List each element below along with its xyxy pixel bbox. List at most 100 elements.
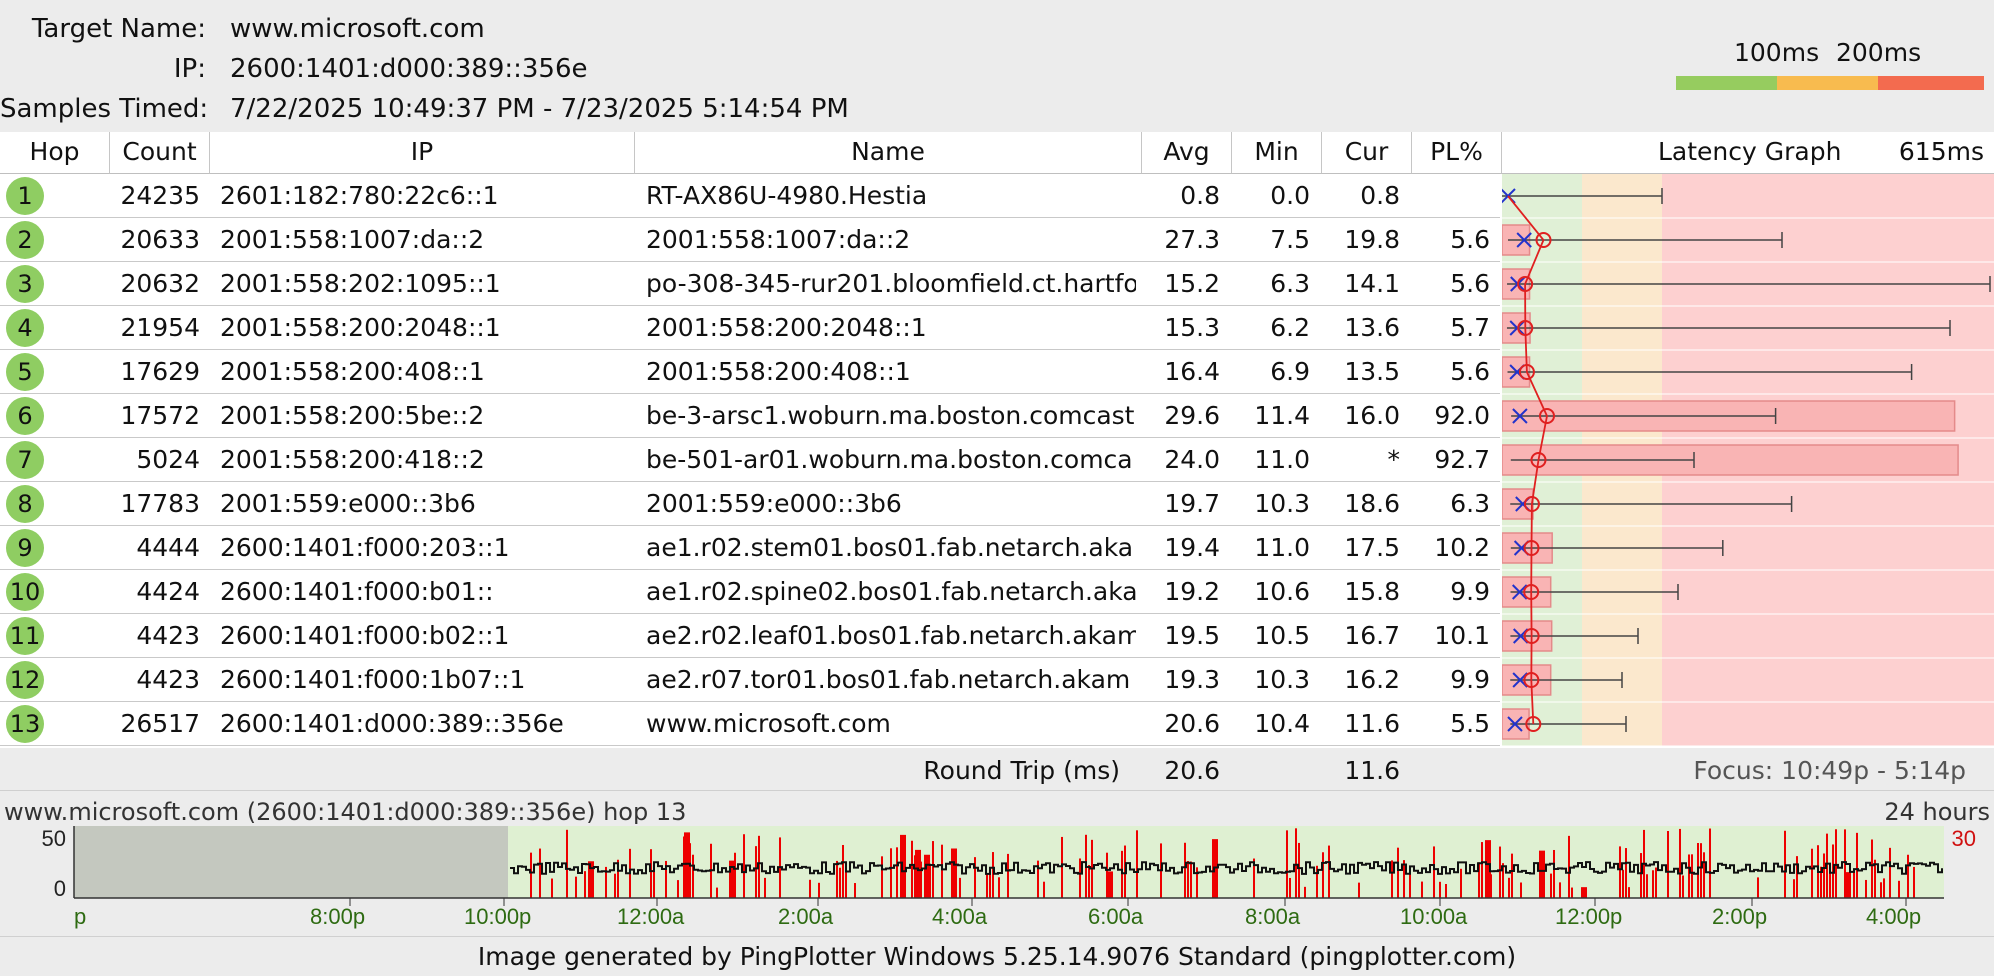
- no-data-region: [74, 826, 508, 898]
- table-row[interactable]: 9 4444 2600:1401:f000:203::1 ae1.r02.stem01…: [0, 526, 1500, 570]
- ip-value: 2600:1401:d000:389::356e: [230, 54, 588, 84]
- hop-number: 9: [6, 529, 44, 567]
- timeline-x-label: 10:00p: [464, 904, 531, 929]
- timeline-x-label-partial: p: [74, 904, 86, 929]
- hop-cur: 13.6: [1344, 313, 1400, 342]
- table-row[interactable]: 4 21954 2001:558:200:2048::1 2001:558:200:2…: [0, 306, 1500, 350]
- hop-avg: 19.5: [1164, 621, 1220, 650]
- col-hop[interactable]: Hop: [0, 132, 110, 174]
- hop-pl: 10.1: [1434, 621, 1490, 650]
- timeline-x-label: 4:00a: [932, 904, 988, 929]
- ip-label: IP:: [173, 54, 206, 84]
- hop-number: 2: [6, 221, 44, 259]
- hop-ip: 2600:1401:f000:203::1: [220, 533, 510, 562]
- hop-cur: 16.7: [1344, 621, 1400, 650]
- hop-min: 0.0: [1270, 181, 1310, 210]
- hop-ip: 2600:1401:f000:b01::: [220, 577, 494, 606]
- timeline-graph[interactable]: 50 0 30 p 8:00p 10:00p 12:00a 2:00a 4:00a 6:00a 8:…: [0, 824, 1994, 934]
- hop-pl: 10.2: [1434, 533, 1490, 562]
- hop-pl: 6.3: [1450, 489, 1490, 518]
- samples-label: Samples Timed:: [0, 94, 209, 124]
- legend-100-label: 100ms: [1734, 38, 1820, 67]
- hop-ip: 2001:558:200:2048::1: [220, 313, 501, 342]
- col-name[interactable]: Name: [635, 132, 1142, 174]
- col-avg[interactable]: Avg: [1142, 132, 1232, 174]
- col-min[interactable]: Min: [1232, 132, 1322, 174]
- hop-name: ae2.r07.tor01.bos01.fab.netarch.akam: [646, 665, 1131, 694]
- hop-number: 5: [6, 353, 44, 391]
- hop-min: 7.5: [1270, 225, 1310, 254]
- table-row[interactable]: 10 4424 2600:1401:f000:b01:: ae1.r02.spine0…: [0, 570, 1500, 614]
- hop-ip: 2601:182:780:22c6::1: [220, 181, 499, 210]
- hop-avg: 24.0: [1164, 445, 1220, 474]
- samples-value: 7/22/2025 10:49:37 PM - 7/23/2025 5:14:5…: [230, 94, 849, 124]
- timeline-x-label: 2:00a: [778, 904, 834, 929]
- hop-avg: 19.3: [1164, 665, 1220, 694]
- table-row[interactable]: 6 17572 2001:558:200:5be::2 be-3-arsc1.wobu…: [0, 394, 1500, 438]
- timeline-x-label: 8:00a: [1245, 904, 1301, 929]
- col-latency-graph[interactable]: Latency Graph 615ms: [1502, 132, 1994, 174]
- table-row[interactable]: 3 20632 2001:558:202:1095::1 po-308-345-rur…: [0, 262, 1500, 306]
- hop-name: ae1.r02.stem01.bos01.fab.netarch.aka: [646, 533, 1134, 562]
- hop-count: 17629: [120, 357, 200, 386]
- focus-range: Focus: 10:49p - 5:14p: [1693, 756, 1966, 785]
- hop-avg: 29.6: [1164, 401, 1220, 430]
- hop-pl: 9.9: [1450, 665, 1490, 694]
- table-row[interactable]: 12 4423 2600:1401:f000:1b07::1 ae2.r07.tor0…: [0, 658, 1500, 702]
- table-row[interactable]: 8 17783 2001:559:e000::3b6 2001:559:e000::3…: [0, 482, 1500, 526]
- table-row[interactable]: 1 24235 2601:182:780:22c6::1 RT-AX86U-4980.…: [0, 174, 1500, 218]
- hop-pl: 92.7: [1434, 445, 1490, 474]
- hop-count: 21954: [120, 313, 200, 342]
- hop-pl: 5.7: [1450, 313, 1490, 342]
- hop-count: 5024: [136, 445, 200, 474]
- table-row[interactable]: 2 20633 2001:558:1007:da::2 2001:558:1007:d…: [0, 218, 1500, 262]
- hop-pl: 9.9: [1450, 577, 1490, 606]
- hop-number: 3: [6, 265, 44, 303]
- col-count[interactable]: Count: [110, 132, 210, 174]
- target-value: www.microsoft.com: [230, 14, 485, 44]
- table-row[interactable]: 11 4423 2600:1401:f000:b02::1 ae2.r02.leaf0…: [0, 614, 1500, 658]
- hop-cur: 16.0: [1344, 401, 1400, 430]
- timeline-title: www.microsoft.com (2600:1401:d000:389::3…: [4, 798, 687, 826]
- legend-bad-bar: [1878, 76, 1984, 90]
- target-label: Target Name:: [31, 14, 206, 44]
- hop-name: 2001:558:1007:da::2: [646, 225, 911, 254]
- hop-count: 17783: [120, 489, 200, 518]
- divider: [0, 790, 1994, 791]
- hop-number: 1: [6, 177, 44, 215]
- trace-table: Hop Count IP Name Avg Min Cur PL% Latenc…: [0, 132, 1994, 748]
- round-trip-avg: 20.6: [1164, 756, 1220, 785]
- hop-name: 2001:558:200:2048::1: [646, 313, 927, 342]
- hop-avg: 19.7: [1164, 489, 1220, 518]
- hop-number: 6: [6, 397, 44, 435]
- col-cur[interactable]: Cur: [1322, 132, 1412, 174]
- timeline-range[interactable]: 24 hours: [1884, 798, 1990, 826]
- hop-ip: 2001:558:202:1095::1: [220, 269, 501, 298]
- table-row[interactable]: 13 26517 2600:1401:d000:389::356e www.micro…: [0, 702, 1500, 746]
- footer-credit: Image generated by PingPlotter Windows 5…: [0, 936, 1994, 976]
- hop-cur: 13.5: [1344, 357, 1400, 386]
- col-ip[interactable]: IP: [210, 132, 635, 174]
- hop-pl: 5.6: [1450, 225, 1490, 254]
- hop-avg: 16.4: [1164, 357, 1220, 386]
- col-pl[interactable]: PL%: [1412, 132, 1502, 174]
- hop-name: po-308-345-rur201.bloomfield.ct.hartfo: [646, 269, 1136, 298]
- hop-cur: 0.8: [1360, 181, 1400, 210]
- timeline-right-value: 30: [1952, 826, 1976, 851]
- hop-count: 4423: [136, 621, 200, 650]
- hop-cur: 19.8: [1344, 225, 1400, 254]
- hop-avg: 20.6: [1164, 709, 1220, 738]
- timeline-y-tick: 0: [54, 876, 66, 901]
- round-trip-row: Round Trip (ms) 20.6 11.6 Focus: 10:49p …: [0, 748, 1994, 788]
- table-row[interactable]: 5 17629 2001:558:200:408::1 2001:558:200:40…: [0, 350, 1500, 394]
- round-trip-cur: 11.6: [1344, 756, 1400, 785]
- timeline-x-label: 12:00a: [617, 904, 685, 929]
- hop-ip: 2600:1401:f000:b02::1: [220, 621, 510, 650]
- hop-pl: [1412, 174, 1490, 218]
- hop-cur: 16.2: [1344, 665, 1400, 694]
- table-row[interactable]: 7 5024 2001:558:200:418::2 be-501-ar01.wobu…: [0, 438, 1500, 482]
- timeline-y-tick: 50: [42, 826, 66, 851]
- hop-min: 10.5: [1254, 621, 1310, 650]
- hop-ip: 2001:558:200:5be::2: [220, 401, 485, 430]
- graph-title: Latency Graph: [1658, 137, 1842, 166]
